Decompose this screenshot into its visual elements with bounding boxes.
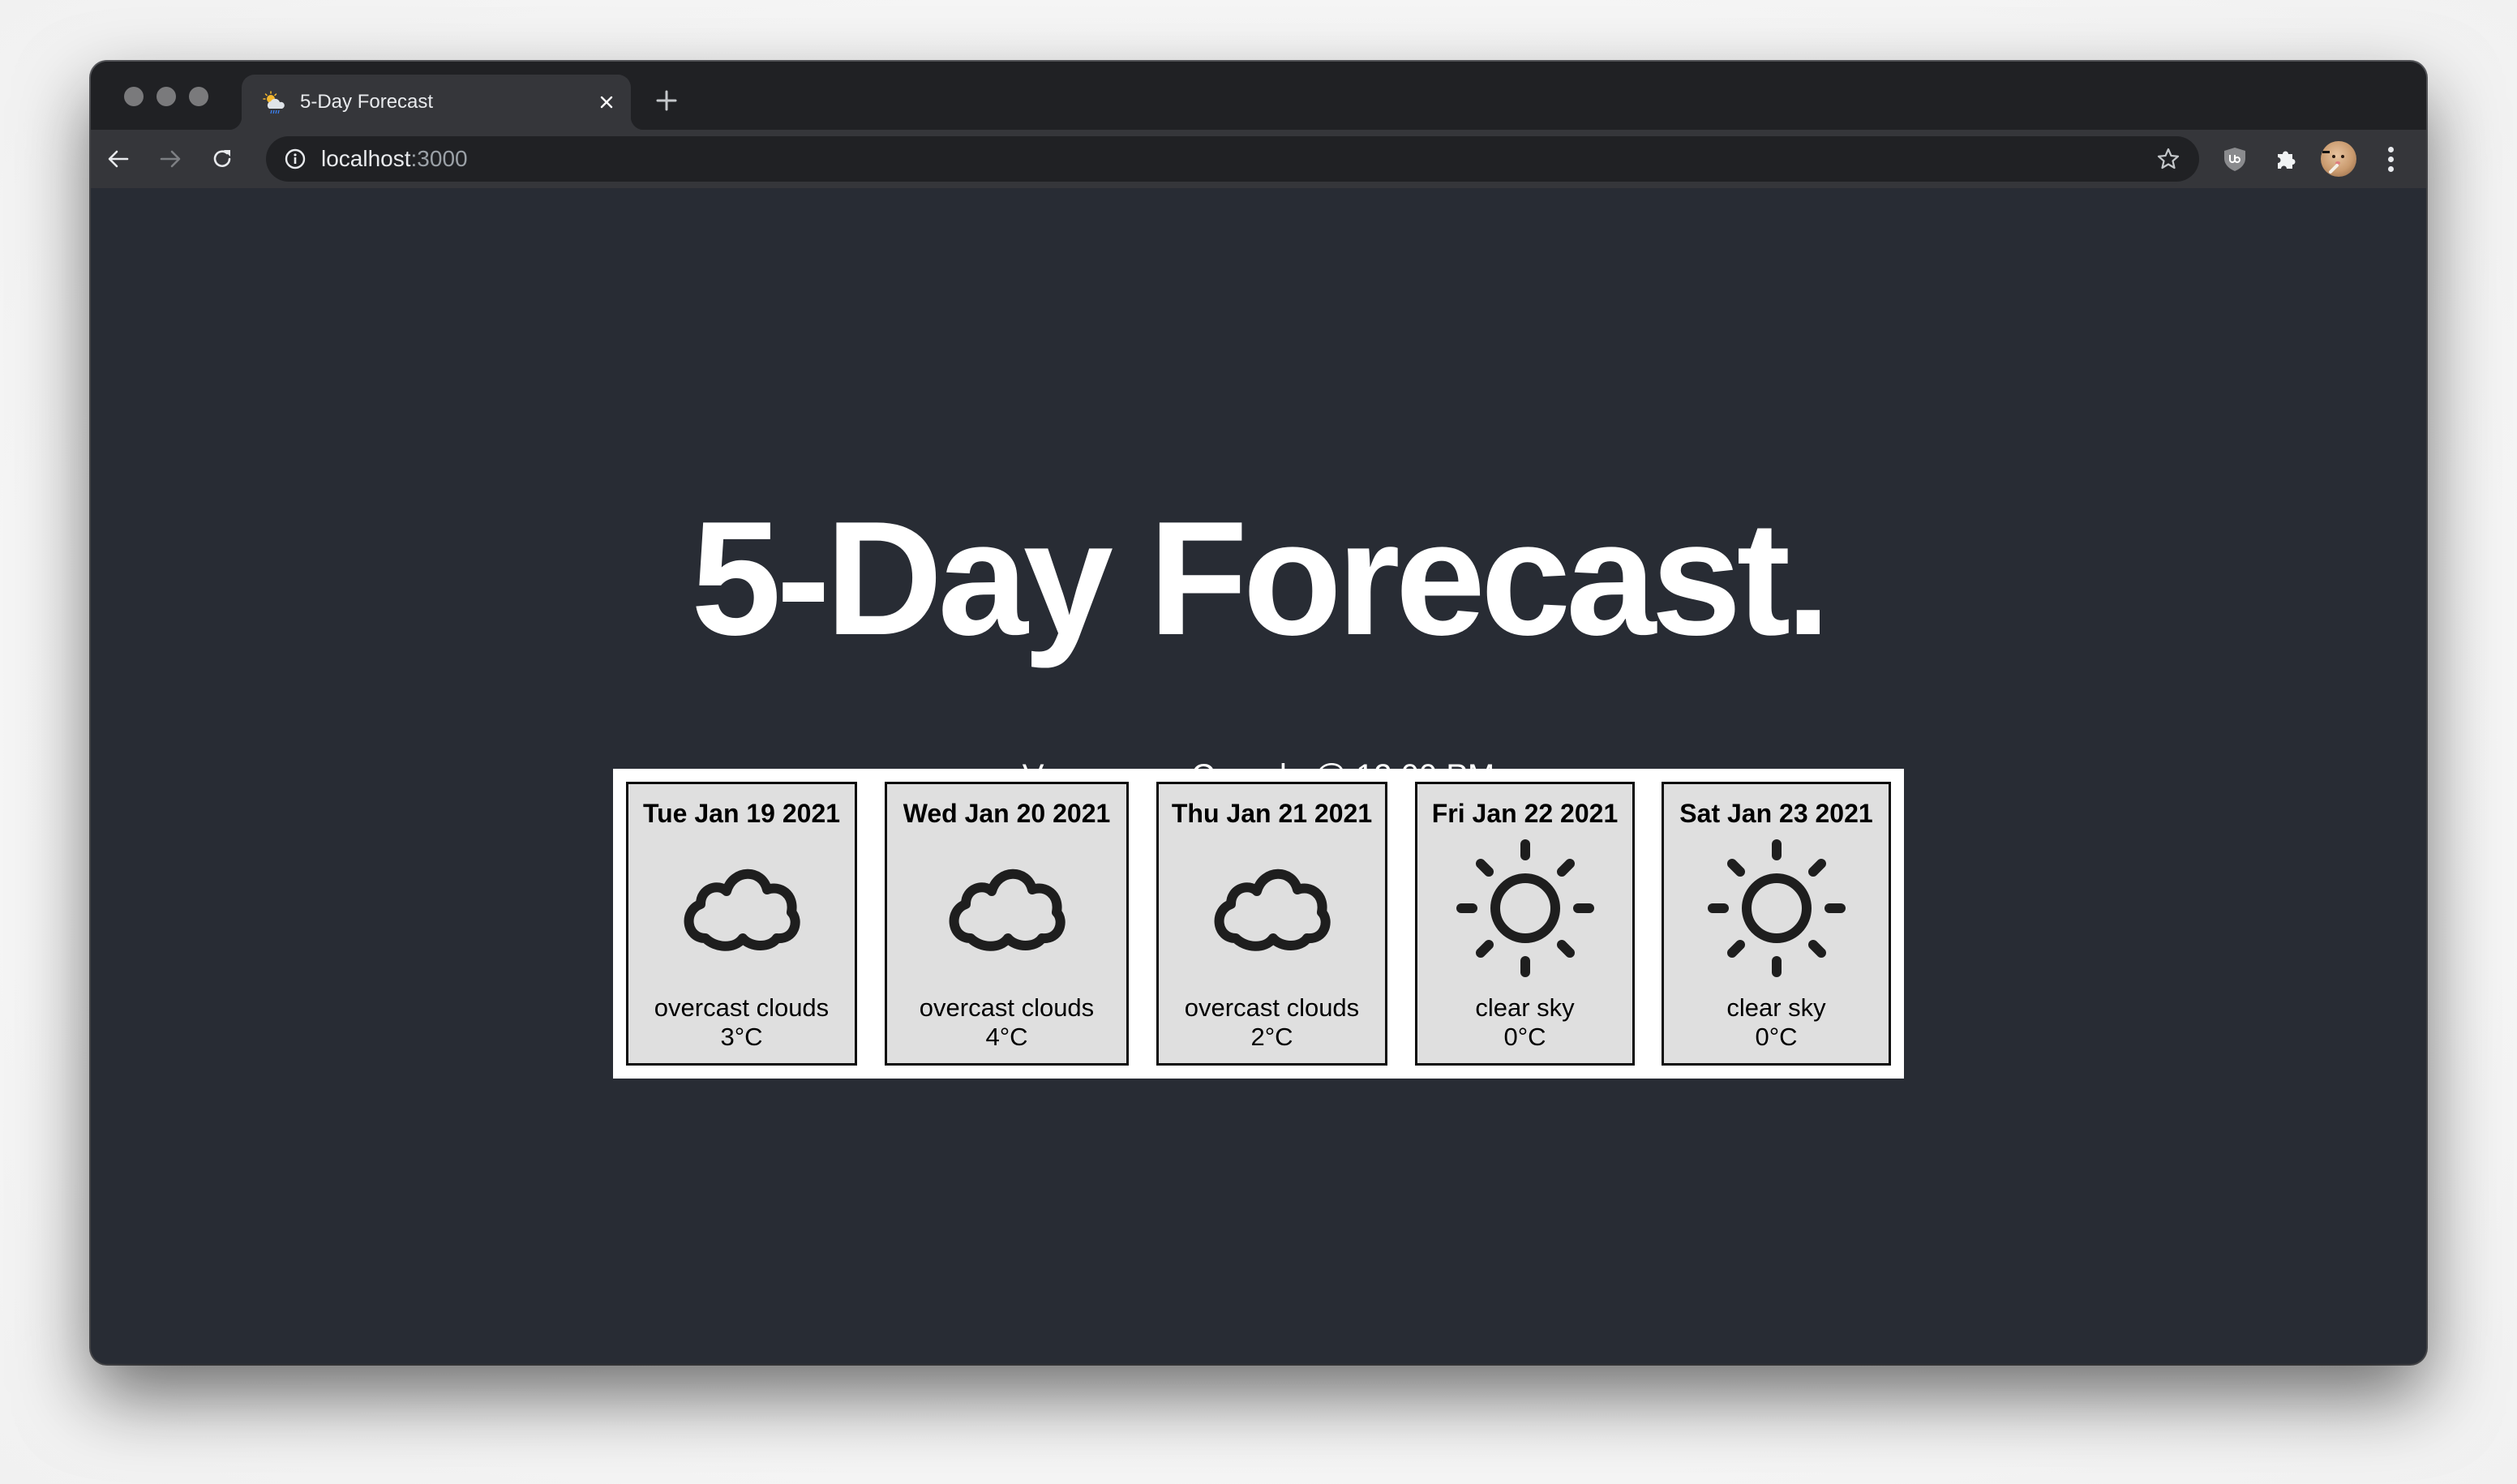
- forecast-description: overcast clouds: [919, 993, 1095, 1022]
- extensions-button[interactable]: [2272, 144, 2301, 174]
- forecast-card: Tue Jan 19 2021 overcast clouds 3°C: [626, 782, 857, 1066]
- forecast-date: Fri Jan 22 2021: [1431, 799, 1619, 828]
- tab-strip: 5-Day Forecast: [91, 62, 2426, 130]
- close-icon: [600, 96, 613, 109]
- forecast-temperature: 0°C: [1755, 1023, 1798, 1051]
- forecast-description: overcast clouds: [1184, 993, 1360, 1022]
- forecast-temperature: 3°C: [720, 1023, 763, 1051]
- tab-5-day-forecast[interactable]: 5-Day Forecast: [229, 75, 644, 130]
- sun-icon: [1707, 839, 1846, 977]
- url-host: localhost: [321, 146, 411, 171]
- page-title: 5-Day Forecast.: [691, 488, 1831, 669]
- cloud-icon: [1214, 869, 1330, 951]
- forecast-description: clear sky: [1726, 993, 1826, 1022]
- window-minimize-button[interactable]: [157, 87, 176, 106]
- forecast-card: Wed Jan 20 2021 overcast clouds 4°C: [885, 782, 1129, 1066]
- reload-icon: [213, 150, 231, 167]
- menu-dot: [2387, 156, 2394, 162]
- info-icon[interactable]: [284, 148, 307, 170]
- window-zoom-button[interactable]: [189, 87, 208, 106]
- forecast-description: clear sky: [1475, 993, 1575, 1022]
- tab-title: 5-Day Forecast: [300, 91, 434, 113]
- avatar-cat-photo: [2322, 151, 2344, 174]
- forecast-temperature: 4°C: [985, 1023, 1028, 1051]
- arrow-left-icon: [108, 150, 129, 168]
- page-content: 5-Day Forecast. Vancouver, Canada @ 12:0…: [91, 188, 2426, 1364]
- forecast-date: Sat Jan 23 2021: [1679, 799, 1873, 828]
- url-text[interactable]: localhost:3000: [321, 146, 468, 172]
- browser-toolbar: localhost:3000: [91, 130, 2426, 188]
- tab-close-button[interactable]: [595, 91, 618, 114]
- forecast-temperature: 0°C: [1503, 1023, 1546, 1051]
- forecast-card: Sat Jan 23 2021 clear sky 0°C: [1662, 782, 1891, 1066]
- plus-icon: [656, 90, 677, 111]
- cloud-icon: [949, 869, 1065, 951]
- ublock-origin-extension[interactable]: [2220, 144, 2249, 174]
- browser-menu-button[interactable]: [2376, 144, 2405, 174]
- url-port: :3000: [410, 146, 468, 171]
- reload-button[interactable]: [208, 144, 237, 174]
- puzzle-extensions-icon: [2278, 151, 2296, 169]
- sun-behind-rain-cloud-icon: [263, 91, 285, 114]
- sun-icon: [1456, 839, 1594, 977]
- profile-avatar[interactable]: [2321, 141, 2356, 177]
- bookmark-star-icon[interactable]: [2155, 146, 2181, 172]
- ublock-origin-icon: [2224, 148, 2245, 171]
- forecast-card: Thu Jan 21 2021 overcast clouds 2°C: [1156, 782, 1387, 1066]
- address-bar[interactable]: localhost:3000: [266, 136, 2199, 182]
- menu-dot: [2387, 146, 2394, 152]
- back-button[interactable]: [104, 144, 133, 174]
- forecast-panel: Tue Jan 19 2021 overcast clouds 3°C Wed …: [613, 769, 1904, 1079]
- forecast-card: Fri Jan 22 2021 clear sky 0°C: [1415, 782, 1635, 1066]
- new-tab-button[interactable]: [654, 88, 680, 114]
- forecast-date: Tue Jan 19 2021: [642, 799, 841, 828]
- menu-dot: [2387, 165, 2394, 172]
- browser-window: 5-Day Forecast localhost:3000 5-Day Fore…: [91, 62, 2426, 1364]
- forward-button[interactable]: [156, 144, 185, 174]
- window-close-button[interactable]: [124, 87, 144, 106]
- forecast-temperature: 2°C: [1250, 1023, 1293, 1051]
- cloud-icon: [684, 869, 800, 951]
- forecast-date: Thu Jan 21 2021: [1171, 799, 1373, 828]
- forecast-date: Wed Jan 20 2021: [903, 799, 1111, 828]
- forecast-description: overcast clouds: [654, 993, 830, 1022]
- arrow-right-icon: [160, 150, 181, 168]
